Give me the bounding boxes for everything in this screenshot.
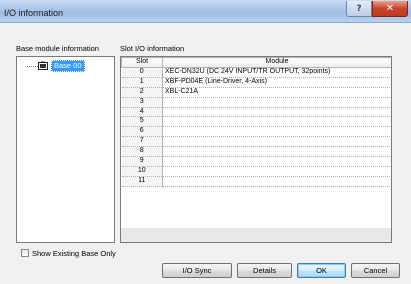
slot-number-cell: 0 [121,67,163,78]
slot-number-cell: 5 [121,116,163,128]
slot-number-cell: 1 [121,77,163,88]
cancel-button[interactable]: Cancel [351,263,400,278]
module-cell[interactable] [162,116,391,128]
ok-label: OK [316,266,327,275]
table-empty-area [121,228,391,242]
module-cell[interactable]: XBF-PD04E (Line-Driver, 4-Axis) [162,77,391,88]
module-cell[interactable] [162,136,391,148]
table-row[interactable]: 9 [121,156,391,167]
column-header-module[interactable]: Module [162,57,391,68]
base-module-icon [38,61,48,70]
io-information-dialog: I/O information ? ✕ Base module informat… [0,0,411,284]
table-row[interactable]: 1 XBF-PD04E (Line-Driver, 4-Axis) [121,77,391,88]
details-label: Details [253,266,276,275]
io-sync-button[interactable]: I/O Sync [162,263,232,278]
show-existing-base-only-checkbox[interactable] [21,249,29,257]
window-title: I/O information [4,8,64,18]
tree-item-base-00[interactable]: Base 00 [51,60,85,72]
close-icon: ✕ [385,3,395,14]
table-row[interactable]: 2 XBL-C21A [121,87,391,98]
slot-number-cell: 11 [121,176,163,187]
cancel-label: Cancel [363,266,388,275]
slot-number-cell: 2 [121,87,163,98]
table-row[interactable]: 11 [121,176,391,187]
close-button[interactable]: ✕ [372,1,408,17]
base-module-information-label: Base module information [16,44,99,53]
tree-connector [27,66,38,67]
title-bar[interactable]: I/O information ? ✕ [0,0,411,23]
module-cell[interactable] [162,176,391,187]
base-tree[interactable]: Base 00 [16,56,115,243]
module-cell[interactable] [162,126,391,138]
slot-number-cell: 9 [121,156,163,167]
details-button[interactable]: Details [237,263,292,278]
io-sync-label: I/O Sync [182,266,212,275]
table-row[interactable]: 10 [121,166,391,177]
module-cell[interactable]: XBL-C21A [162,87,391,98]
slot-number-cell: 10 [121,166,163,177]
module-cell[interactable] [162,146,391,158]
table-row[interactable]: 3 [121,97,391,108]
ok-button[interactable]: OK [297,263,346,278]
slot-number-cell: 7 [121,136,163,148]
table-row[interactable]: 0 XEC-DN32U (DC 24V INPUT/TR OUTPUT, 32po… [121,67,391,78]
module-cell[interactable] [162,156,391,167]
table-row[interactable]: 6 [121,126,391,138]
module-cell[interactable] [162,107,391,118]
slot-number-cell: 4 [121,107,163,118]
slot-number-cell: 6 [121,126,163,138]
table-row[interactable]: 4 [121,107,391,118]
table-row[interactable]: 8 [121,146,391,158]
module-cell[interactable] [162,166,391,177]
slot-number-cell: 3 [121,97,163,108]
show-existing-base-only-label[interactable]: Show Existing Base Only [32,249,116,258]
help-button[interactable]: ? [346,1,372,17]
module-cell[interactable]: XEC-DN32U (DC 24V INPUT/TR OUTPUT, 32poi… [162,67,391,78]
slot-number-cell: 8 [121,146,163,158]
module-cell[interactable] [162,97,391,108]
slot-io-table[interactable]: Slot Module 0 XEC-DN32U (DC 24V INPUT/TR … [120,56,392,243]
column-header-slot[interactable]: Slot [121,57,163,68]
slot-io-information-label: Slot I/O information [120,44,185,53]
table-row[interactable]: 7 [121,136,391,148]
table-row[interactable]: 5 [121,116,391,128]
help-icon: ? [356,3,362,14]
